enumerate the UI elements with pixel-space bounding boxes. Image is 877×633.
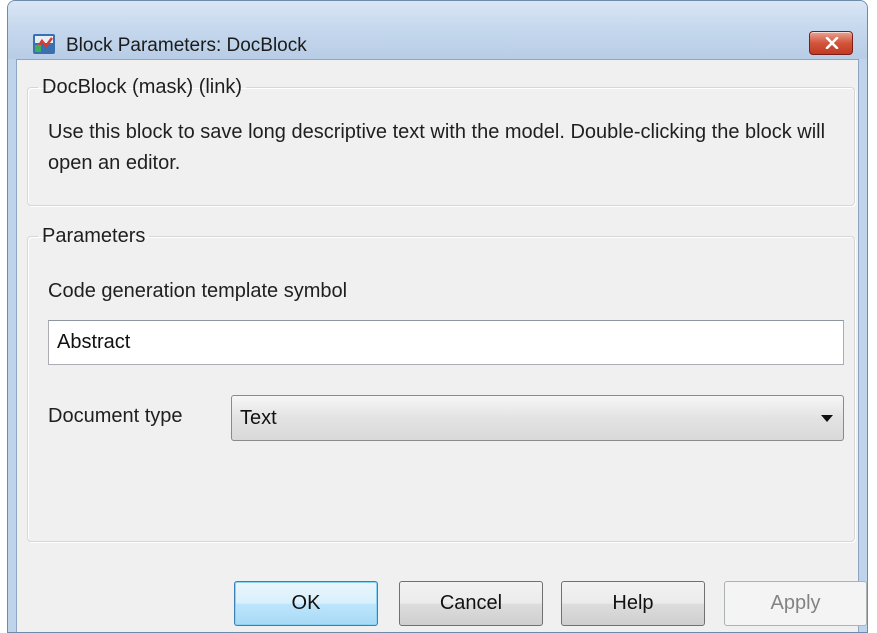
mask-group-title: DocBlock (mask) (link) bbox=[42, 76, 243, 98]
title-bar[interactable]: Block Parameters: DocBlock bbox=[8, 1, 867, 59]
document-type-label: Document type bbox=[48, 405, 183, 427]
dialog-content: DocBlock (mask) (link) Use this block to… bbox=[16, 59, 859, 632]
block-description: Use this block to save long descriptive … bbox=[48, 121, 826, 174]
help-button[interactable]: Help bbox=[561, 581, 705, 626]
dialog-window: Block Parameters: DocBlock DocBlock (mas… bbox=[7, 0, 868, 633]
close-icon bbox=[825, 37, 839, 49]
template-symbol-input[interactable] bbox=[48, 320, 844, 365]
parameters-group: Parameters Code generation template symb… bbox=[27, 225, 855, 542]
mask-description-group: DocBlock (mask) (link) Use this block to… bbox=[27, 76, 855, 206]
chevron-down-icon bbox=[821, 415, 833, 422]
close-button[interactable] bbox=[809, 31, 853, 55]
apply-button: Apply bbox=[724, 581, 867, 626]
window-title: Block Parameters: DocBlock bbox=[66, 35, 307, 56]
simulink-block-icon bbox=[32, 32, 56, 56]
document-type-select[interactable]: Text bbox=[231, 395, 844, 441]
ok-button[interactable]: OK bbox=[234, 581, 378, 626]
document-type-value: Text bbox=[240, 407, 277, 429]
parameters-group-title: Parameters bbox=[42, 225, 146, 247]
cancel-button[interactable]: Cancel bbox=[399, 581, 543, 626]
template-symbol-label: Code generation template symbol bbox=[48, 280, 348, 302]
